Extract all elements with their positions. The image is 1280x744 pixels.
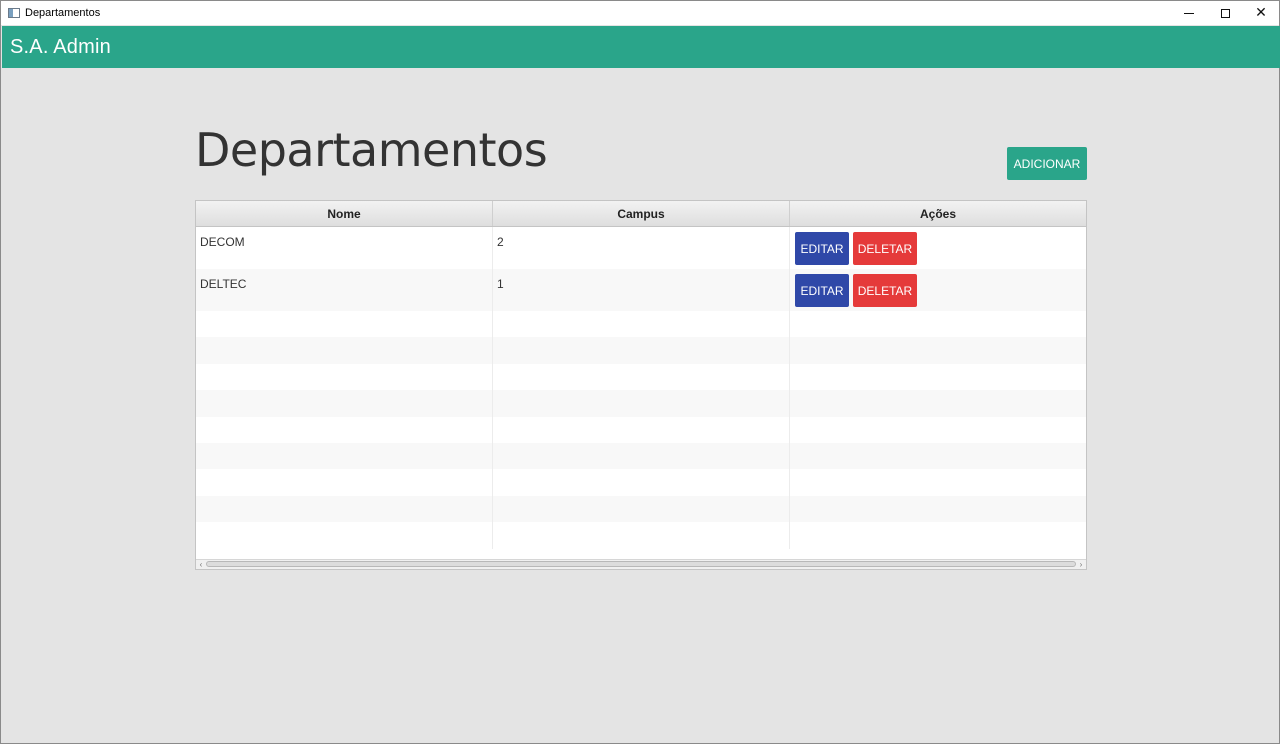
table-body: DECOM 2 EDITAR DELETAR DELTEC 1 EDITAR D… bbox=[196, 227, 1086, 549]
cell-campus: 2 bbox=[493, 227, 790, 269]
empty-cell bbox=[196, 416, 493, 443]
empty-cell bbox=[493, 390, 790, 417]
empty-cell bbox=[493, 522, 790, 549]
empty-cell bbox=[790, 311, 1086, 337]
column-header-nome[interactable]: Nome bbox=[196, 201, 493, 226]
empty-row bbox=[196, 363, 1086, 391]
title-bar[interactable]: Departamentos ✕ bbox=[1, 1, 1279, 25]
empty-cell bbox=[790, 522, 1086, 548]
close-icon: ✕ bbox=[1255, 5, 1267, 21]
horizontal-scrollbar[interactable]: ‹ › bbox=[196, 559, 1086, 569]
column-header-acoes[interactable]: Ações bbox=[790, 201, 1086, 226]
departments-table: Nome Campus Ações DECOM 2 EDITAR DELETAR… bbox=[195, 200, 1087, 570]
minimize-icon bbox=[1184, 12, 1194, 14]
empty-cell bbox=[790, 390, 1086, 416]
app-header: S.A. Admin bbox=[2, 26, 1280, 68]
table-row[interactable]: DECOM 2 EDITAR DELETAR bbox=[196, 227, 1086, 269]
empty-cell bbox=[790, 337, 1086, 363]
maximize-icon bbox=[1220, 8, 1230, 18]
table-row[interactable]: DELTEC 1 EDITAR DELETAR bbox=[196, 269, 1086, 311]
empty-row bbox=[196, 469, 1086, 496]
window-controls: ✕ bbox=[1171, 1, 1279, 25]
app-window-icon bbox=[8, 8, 20, 18]
empty-row bbox=[196, 495, 1086, 523]
empty-cell bbox=[493, 337, 790, 364]
edit-button[interactable]: EDITAR bbox=[795, 274, 849, 307]
empty-row bbox=[196, 311, 1086, 338]
empty-cell bbox=[790, 469, 1086, 495]
empty-cell bbox=[493, 311, 790, 338]
brand-title: S.A. Admin bbox=[10, 35, 111, 58]
window-title: Departamentos bbox=[25, 7, 101, 19]
empty-cell bbox=[790, 364, 1086, 390]
scroll-left-icon[interactable]: ‹ bbox=[196, 560, 206, 569]
empty-cell bbox=[790, 496, 1086, 522]
scrollbar-thumb[interactable] bbox=[206, 561, 1076, 567]
close-button[interactable]: ✕ bbox=[1243, 1, 1279, 25]
empty-cell bbox=[196, 495, 493, 523]
scroll-right-icon[interactable]: › bbox=[1076, 560, 1086, 569]
cell-nome: DECOM bbox=[196, 227, 493, 269]
edit-button[interactable]: EDITAR bbox=[795, 232, 849, 265]
empty-cell bbox=[493, 416, 790, 443]
empty-row bbox=[196, 442, 1086, 470]
cell-nome: DELTEC bbox=[196, 269, 493, 311]
empty-cell bbox=[196, 442, 493, 470]
minimize-button[interactable] bbox=[1171, 1, 1207, 25]
empty-cell bbox=[493, 469, 790, 496]
empty-row bbox=[196, 390, 1086, 417]
empty-cell bbox=[196, 311, 493, 338]
empty-cell bbox=[196, 337, 493, 364]
column-header-campus[interactable]: Campus bbox=[493, 201, 790, 226]
table-header: Nome Campus Ações bbox=[196, 201, 1086, 227]
empty-row bbox=[196, 416, 1086, 443]
cell-campus: 1 bbox=[493, 269, 790, 311]
empty-row bbox=[196, 522, 1086, 549]
page-title: Departamentos bbox=[195, 123, 548, 177]
delete-button[interactable]: DELETAR bbox=[853, 274, 917, 307]
empty-cell bbox=[493, 363, 790, 391]
empty-cell bbox=[196, 363, 493, 391]
empty-cell bbox=[196, 469, 493, 496]
empty-cell bbox=[196, 390, 493, 417]
empty-cell bbox=[493, 495, 790, 523]
empty-cell bbox=[493, 442, 790, 470]
empty-cell bbox=[196, 522, 493, 549]
cell-acoes: EDITAR DELETAR bbox=[790, 269, 1086, 311]
add-button[interactable]: ADICIONAR bbox=[1007, 147, 1087, 180]
empty-cell bbox=[790, 443, 1086, 469]
empty-cell bbox=[790, 417, 1086, 443]
delete-button[interactable]: DELETAR bbox=[853, 232, 917, 265]
empty-row bbox=[196, 337, 1086, 364]
app-window: Departamentos ✕ S.A. Admin Departamentos… bbox=[0, 0, 1280, 744]
maximize-button[interactable] bbox=[1207, 1, 1243, 25]
cell-acoes: EDITAR DELETAR bbox=[790, 227, 1086, 269]
